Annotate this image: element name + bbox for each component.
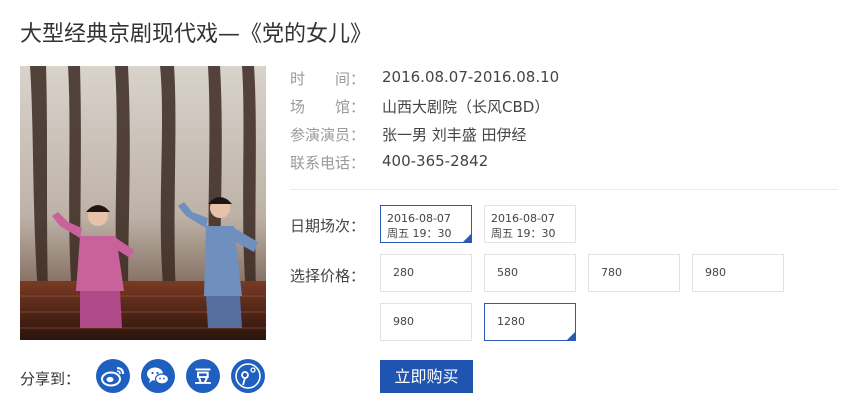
phone-label: 联系电话： <box>290 154 366 172</box>
venue-value: 山西大剧院（长风CBD） <box>382 98 550 116</box>
schedule-option-1[interactable]: 2016-08-07 周五 19：30 <box>380 205 472 243</box>
page-title: 大型经典京剧现代戏—《党的女儿》 <box>20 22 373 47</box>
price-option-980-b[interactable]: 980 <box>380 303 472 341</box>
price-label: 选择价格： <box>290 267 366 285</box>
venue-label: 场 馆： <box>290 98 366 116</box>
schedule-option-2[interactable]: 2016-08-07 周五 19：30 <box>484 205 576 243</box>
schedule-option-date: 2016-08-07 <box>491 212 555 225</box>
schedule-option-date: 2016-08-07 <box>387 212 451 225</box>
wechat-icon[interactable] <box>141 359 175 393</box>
schedule-label: 日期场次： <box>290 217 366 235</box>
show-poster-image <box>20 66 266 340</box>
cast-value: 张一男 刘丰盛 田伊经 <box>382 126 527 144</box>
phone-value: 400-365-2842 <box>382 152 489 170</box>
time-label: 时 间： <box>290 70 366 88</box>
cast-label: 参演演员： <box>290 126 366 144</box>
price-option-280[interactable]: 280 <box>380 254 472 292</box>
price-option-1280[interactable]: 1280 <box>484 303 576 341</box>
divider <box>290 189 838 190</box>
buy-now-button[interactable]: 立即购买 <box>380 360 473 393</box>
poster-illustration <box>20 66 266 340</box>
weibo-icon[interactable] <box>96 359 130 393</box>
douban-glyph: 豆 <box>195 368 212 388</box>
price-option-980[interactable]: 980 <box>692 254 784 292</box>
price-option-580[interactable]: 580 <box>484 254 576 292</box>
time-value: 2016.08.07-2016.08.10 <box>382 68 560 86</box>
schedule-option-time: 周五 19：30 <box>387 227 452 240</box>
douban-icon[interactable]: 豆 <box>186 359 220 393</box>
schedule-option-time: 周五 19：30 <box>491 227 556 240</box>
qzone-icon[interactable] <box>231 359 265 393</box>
share-label: 分享到： <box>20 370 81 388</box>
price-option-780[interactable]: 780 <box>588 254 680 292</box>
